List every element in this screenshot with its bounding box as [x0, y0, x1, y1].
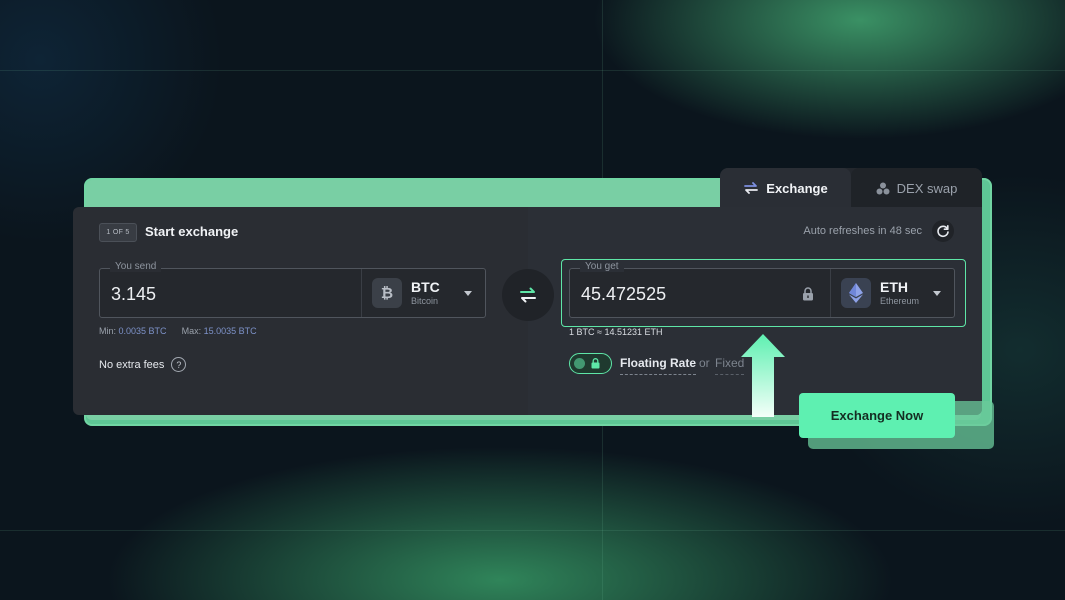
step-badge: 1 OF 5	[99, 223, 137, 242]
exchange-tabs: Exchange DEX swap	[720, 168, 982, 208]
fees-label: No extra fees	[99, 358, 165, 371]
get-coin-name: Ethereum	[880, 296, 920, 306]
toggle-knob	[574, 358, 585, 369]
swap-direction-button[interactable]	[502, 269, 554, 321]
grid-line	[0, 530, 1065, 531]
exchange-now-button[interactable]: Exchange Now	[799, 393, 955, 438]
send-limits: Min: 0.0035 BTC Max: 15.0035 BTC	[99, 326, 257, 336]
tab-dex-swap[interactable]: DEX swap	[851, 168, 982, 208]
rate-type-toggle[interactable]	[569, 353, 612, 374]
arrow-up-icon	[741, 334, 785, 417]
grid-line	[0, 70, 1065, 71]
exchange-rate: 1 BTC ≈ 14.51231 ETH	[569, 327, 663, 337]
min-label: Min:	[99, 326, 117, 336]
send-coin-name: Bitcoin	[411, 296, 439, 306]
send-amount-input[interactable]: 3.145	[111, 284, 156, 305]
exchange-card: 1 OF 5 Start exchange Auto refreshes in …	[73, 207, 982, 415]
help-icon[interactable]: ?	[171, 357, 187, 372]
get-coin-symbol: ETH	[880, 279, 908, 295]
tab-dex-swap-label: DEX swap	[896, 180, 958, 196]
bitcoin-icon: ₿	[372, 278, 402, 308]
lock-icon[interactable]	[802, 287, 814, 301]
floating-rate-option[interactable]: Floating Rate	[620, 356, 697, 375]
auto-refresh-text: Auto refreshes in 48 sec	[803, 225, 922, 237]
get-coin-select[interactable]: ETH Ethereum	[830, 269, 954, 317]
chevron-down-icon	[933, 291, 941, 296]
refresh-icon	[937, 225, 949, 238]
send-field: You send 3.145 ₿ BTC Bitcoin	[99, 261, 486, 318]
dex-circles-icon	[876, 182, 890, 194]
send-legend: You send	[110, 261, 162, 272]
lock-icon	[591, 358, 600, 369]
refresh-button[interactable]	[932, 220, 954, 242]
tab-exchange-label: Exchange	[766, 180, 828, 196]
fees-info: No extra fees ?	[99, 357, 187, 372]
ethereum-icon	[841, 278, 871, 308]
swap-arrows-icon	[520, 287, 536, 303]
chevron-down-icon	[464, 291, 472, 296]
send-coin-select[interactable]: ₿ BTC Bitcoin	[361, 269, 485, 317]
max-value[interactable]: 15.0035 BTC	[204, 326, 257, 336]
step-title: Start exchange	[145, 224, 239, 239]
exchange-arrows-icon	[744, 182, 759, 194]
rate-or-label: or	[699, 356, 710, 370]
max-label: Max:	[181, 326, 202, 336]
get-legend: You get	[580, 261, 624, 272]
tab-exchange[interactable]: Exchange	[720, 168, 851, 208]
send-coin-symbol: BTC	[411, 279, 440, 295]
get-amount-output: 45.472525	[581, 284, 667, 304]
min-value[interactable]: 0.0035 BTC	[119, 326, 167, 336]
get-field: You get 45.472525 ETH Ethereum	[569, 261, 955, 318]
